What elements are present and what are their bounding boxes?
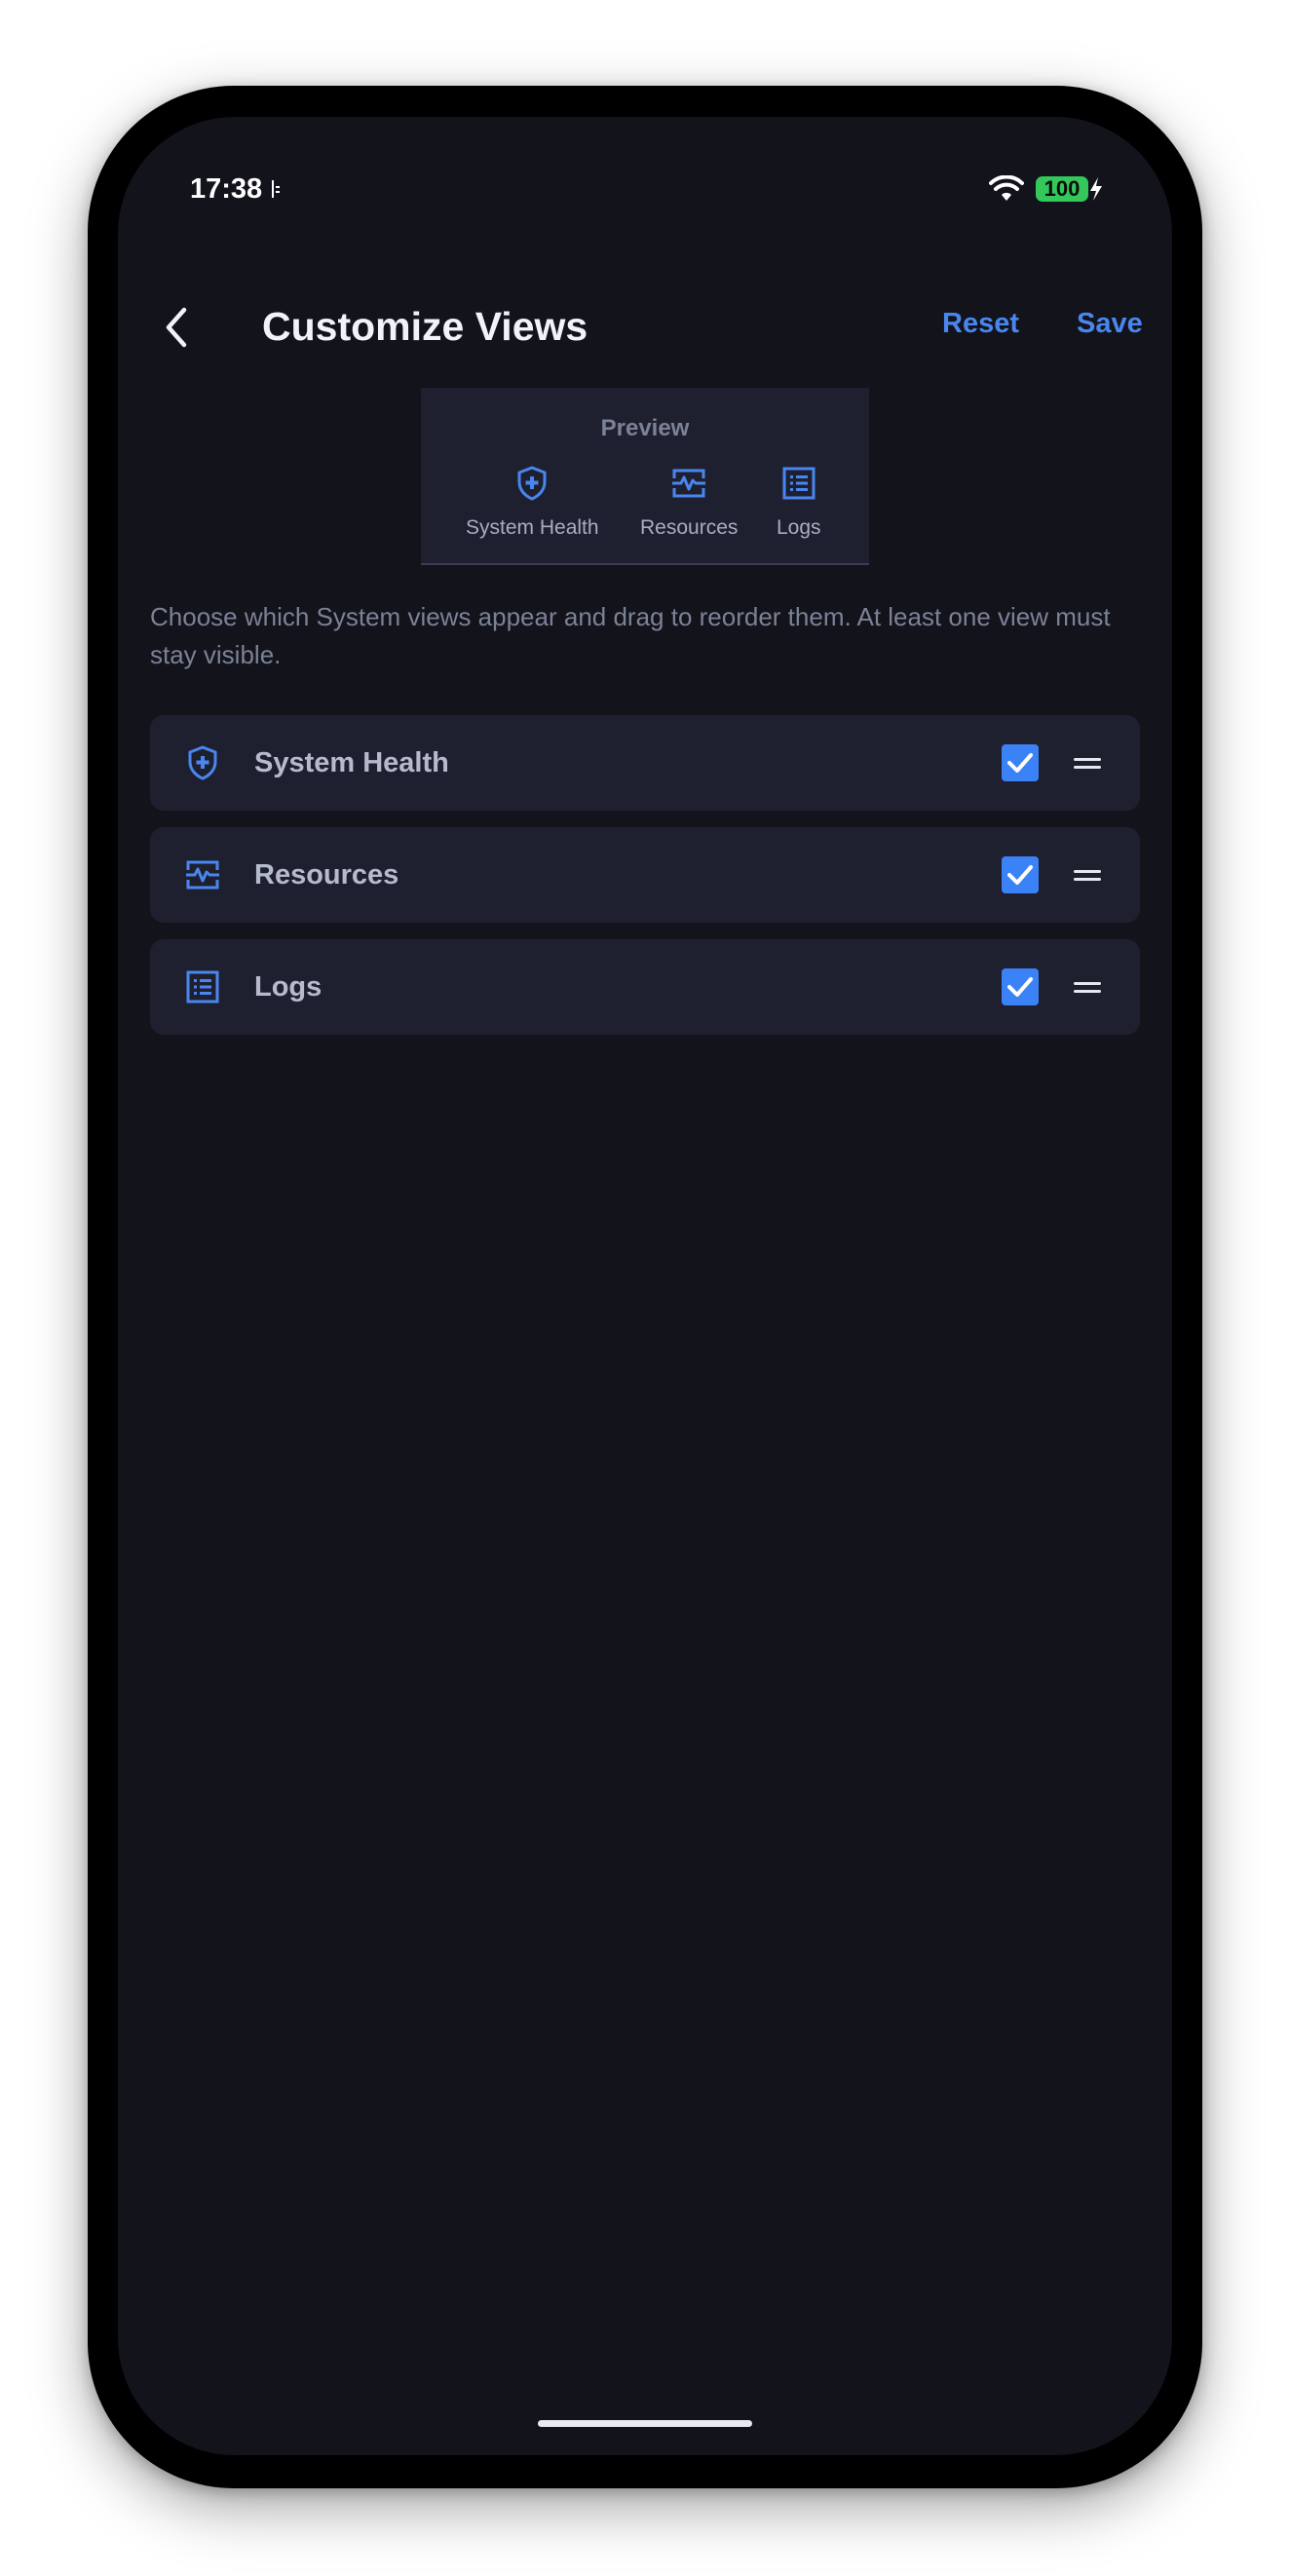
views-list: System Health Resources Logs: [150, 715, 1140, 1051]
visibility-checkbox[interactable]: [1002, 856, 1039, 893]
list-icon: [782, 467, 816, 500]
phone-frame: 17:38 100 Customize Views Reset Save Pre…: [88, 86, 1202, 2488]
status-right: 100: [989, 175, 1104, 203]
activity-monitor-icon: [186, 860, 219, 890]
visibility-checkbox[interactable]: [1002, 968, 1039, 1005]
chevron-left-icon: [166, 307, 187, 348]
battery-level: 100: [1036, 176, 1088, 202]
shield-plus-icon: [188, 745, 217, 780]
view-row-logs[interactable]: Logs: [150, 939, 1140, 1035]
description-text: Choose which System views appear and dra…: [150, 602, 1111, 669]
preview-item-label: Logs: [777, 516, 821, 539]
preview-panel: Preview System Health Resources Logs: [421, 388, 869, 565]
preview-item-resources: Resources: [640, 464, 738, 540]
preview-item-logs: Logs: [777, 464, 821, 540]
status-time: 17:38: [190, 173, 263, 205]
charging-bolt-icon: [1090, 177, 1102, 201]
preview-label: Preview: [600, 415, 690, 441]
checkmark-icon: [1007, 865, 1033, 885]
view-row-system-health[interactable]: System Health: [150, 715, 1140, 811]
wifi-icon: [989, 175, 1024, 201]
page-title: Customize Views: [262, 304, 588, 349]
preview-item-label: System Health: [466, 516, 599, 539]
view-row-resources[interactable]: Resources: [150, 827, 1140, 923]
preview-item-system-health: System Health: [466, 464, 599, 540]
drag-handle-icon[interactable]: [1072, 972, 1103, 1002]
visibility-checkbox[interactable]: [1002, 744, 1039, 781]
checkmark-icon: [1007, 977, 1033, 997]
save-button[interactable]: Save: [1077, 308, 1143, 340]
reset-button[interactable]: Reset: [942, 308, 1019, 340]
view-label: Logs: [254, 971, 322, 1003]
checkmark-icon: [1007, 753, 1033, 773]
view-label: System Health: [254, 747, 449, 778]
list-icon: [186, 970, 219, 1004]
shield-plus-icon: [517, 466, 547, 501]
activity-monitor-icon: [672, 469, 706, 498]
drag-handle-icon[interactable]: [1072, 860, 1103, 890]
screen: 17:38 100 Customize Views Reset Save Pre…: [118, 117, 1172, 2455]
preview-item-label: Resources: [640, 516, 739, 539]
home-indicator[interactable]: [538, 2420, 752, 2427]
back-button[interactable]: [147, 298, 206, 357]
sim-icon: [272, 180, 280, 198]
drag-handle-icon[interactable]: [1072, 748, 1103, 777]
view-label: Resources: [254, 859, 399, 890]
battery: 100: [1036, 176, 1104, 202]
